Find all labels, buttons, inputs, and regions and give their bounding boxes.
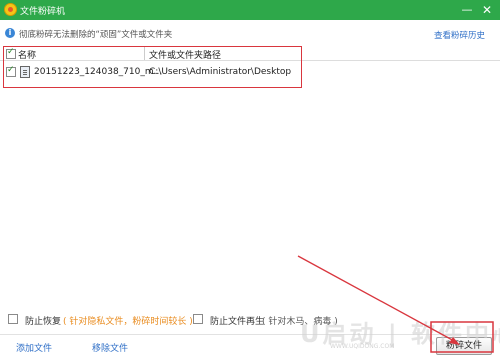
view-history-link[interactable]: 查看粉碎历史 [434, 29, 485, 41]
info-bar: i 彻底粉碎无法删除的“顽固”文件或文件夹 查看粉碎历史 [0, 26, 500, 42]
file-name: 20151223_124038_710_m... [34, 67, 163, 77]
file-icon [20, 66, 30, 78]
info-icon: i [5, 28, 15, 38]
table-header: 名称 文件或文件夹路径 [0, 46, 500, 61]
prevent-recovery-checkbox[interactable] [8, 314, 18, 324]
table-row[interactable]: 20151223_124038_710_m... C:\Users\Admini… [0, 64, 500, 81]
add-file-link[interactable]: 添加文件 [16, 341, 52, 354]
prevent-recovery-label[interactable]: 防止恢复 [25, 314, 61, 327]
prevent-recovery-hint: ( 针对隐私文件，粉碎时间较长 ) [63, 317, 193, 327]
close-button[interactable]: ✕ [478, 1, 496, 19]
prevent-regen-hint: ( 针对木马、病毒 ) [262, 317, 338, 327]
options-bar: 防止恢复 ( 针对隐私文件，粉碎时间较长 ) 防止文件再生 ( 针对木马、病毒 … [0, 312, 500, 328]
select-all-checkbox[interactable] [6, 47, 16, 59]
remove-file-link[interactable]: 移除文件 [92, 341, 128, 354]
minimize-button[interactable]: — [458, 1, 476, 19]
title-bar: 文件粉碎机 — ✕ [0, 0, 500, 20]
column-header-path[interactable]: 文件或文件夹路径 [149, 48, 221, 61]
footer-bar: 添加文件 移除文件 粉碎文件 [0, 334, 500, 357]
prevent-regen-label[interactable]: 防止文件再生 [210, 314, 264, 327]
minimize-icon: — [461, 3, 473, 16]
column-header-name[interactable]: 名称 [18, 48, 36, 61]
app-icon [4, 3, 17, 16]
info-text: 彻底粉碎无法删除的“顽固”文件或文件夹 [19, 30, 173, 40]
prevent-regen-checkbox[interactable] [193, 314, 203, 324]
column-divider[interactable] [144, 47, 145, 60]
shred-button[interactable]: 粉碎文件 [436, 337, 492, 355]
close-icon: ✕ [481, 3, 493, 17]
row-checkbox[interactable] [6, 65, 16, 77]
window-title: 文件粉碎机 [20, 7, 66, 17]
file-path: C:\Users\Administrator\Desktop [149, 67, 292, 77]
